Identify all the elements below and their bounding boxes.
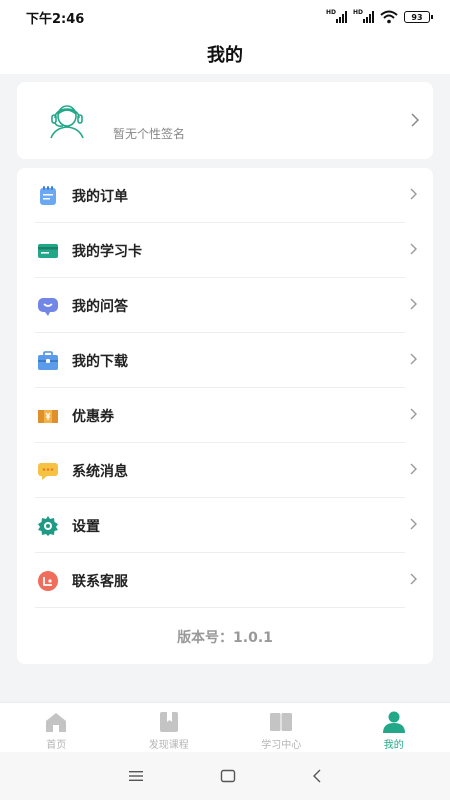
tab-home[interactable]: 首页 xyxy=(0,703,113,752)
battery-icon: 93 xyxy=(404,11,433,23)
chevron-right-icon xyxy=(410,573,417,585)
chevron-right-icon xyxy=(410,243,417,255)
menu-item-coupons[interactable]: 优惠券 xyxy=(17,388,433,443)
battery-level: 93 xyxy=(411,12,423,22)
profile-signature: 暂无个性签名 xyxy=(113,127,186,141)
tab-label: 首页 xyxy=(46,740,67,751)
tab-label: 我的 xyxy=(383,740,404,751)
user-headset-icon xyxy=(50,105,84,139)
menu-item-label: 我的学习卡 xyxy=(72,244,142,260)
tab-label: 发现课程 xyxy=(148,740,189,751)
message-icon xyxy=(38,463,58,480)
menu-item-label: 我的订单 xyxy=(72,189,128,205)
chevron-right-icon xyxy=(410,188,417,200)
system-nav-bar xyxy=(0,752,450,800)
divider xyxy=(35,607,405,608)
menu-item-label: 我的下载 xyxy=(72,354,128,370)
card-icon xyxy=(38,244,58,258)
menu-list: 我的订单 我的学习卡 我的问答 我的下载 优惠券 系统消息 设置 联系客服 版本… xyxy=(17,168,433,664)
chevron-right-icon xyxy=(410,463,417,475)
open-book-icon xyxy=(270,713,293,731)
coupon-icon xyxy=(38,410,58,423)
tab-learning-center[interactable]: 学习中心 xyxy=(225,703,338,752)
status-icons: HD HD 93 xyxy=(326,9,433,24)
order-notepad-icon xyxy=(40,186,56,205)
menu-item-qa[interactable]: 我的问答 xyxy=(17,278,433,333)
menu-item-settings[interactable]: 设置 xyxy=(17,498,433,553)
home-icon xyxy=(46,713,67,732)
signal-icon: HD xyxy=(326,9,347,23)
briefcase-download-icon xyxy=(38,351,58,370)
menu-item-study-card[interactable]: 我的学习卡 xyxy=(17,223,433,278)
chevron-right-icon xyxy=(410,408,417,420)
chevron-right-icon xyxy=(410,298,417,310)
menu-item-label: 设置 xyxy=(72,519,100,535)
tab-mine[interactable]: 我的 xyxy=(338,703,450,752)
chevron-right-icon xyxy=(410,518,417,530)
menu-item-orders[interactable]: 我的订单 xyxy=(17,168,433,223)
menu-item-label: 联系客服 xyxy=(72,574,128,590)
customer-service-icon xyxy=(38,571,58,591)
bookmark-icon xyxy=(159,712,178,732)
menu-icon[interactable] xyxy=(128,770,144,782)
home-square-icon[interactable] xyxy=(220,769,236,783)
tab-discover-courses[interactable]: 发现课程 xyxy=(113,703,226,752)
menu-item-label: 我的问答 xyxy=(72,299,128,315)
wifi-icon xyxy=(380,10,398,24)
menu-item-customer-service[interactable]: 联系客服 xyxy=(17,553,433,608)
menu-item-label: 系统消息 xyxy=(72,464,128,480)
tab-label: 学习中心 xyxy=(261,740,302,751)
page-title: 我的 xyxy=(207,45,243,66)
signal-hd-label: HD xyxy=(353,9,364,16)
signal-icon: HD xyxy=(353,9,374,23)
bottom-tab-bar: 首页 发现课程 学习中心 我的 xyxy=(0,702,450,752)
chevron-right-icon xyxy=(410,353,417,365)
back-icon[interactable] xyxy=(312,769,322,783)
profile-card[interactable]: 暂无个性签名 xyxy=(17,82,433,159)
menu-item-label: 优惠券 xyxy=(72,409,114,425)
status-time: 下午2:46 xyxy=(26,11,85,27)
version-text: 版本号：1.0.1 xyxy=(177,630,273,646)
chevron-right-icon xyxy=(411,113,419,127)
person-icon xyxy=(382,711,405,733)
menu-item-system-messages[interactable]: 系统消息 xyxy=(17,443,433,498)
gear-icon xyxy=(38,516,58,536)
status-bar: 下午2:46 HD HD 93 xyxy=(0,0,450,34)
menu-item-downloads[interactable]: 我的下载 xyxy=(17,333,433,388)
page-header: 我的 xyxy=(0,34,450,74)
chat-bubble-icon xyxy=(38,298,58,316)
signal-hd-label: HD xyxy=(326,9,337,16)
